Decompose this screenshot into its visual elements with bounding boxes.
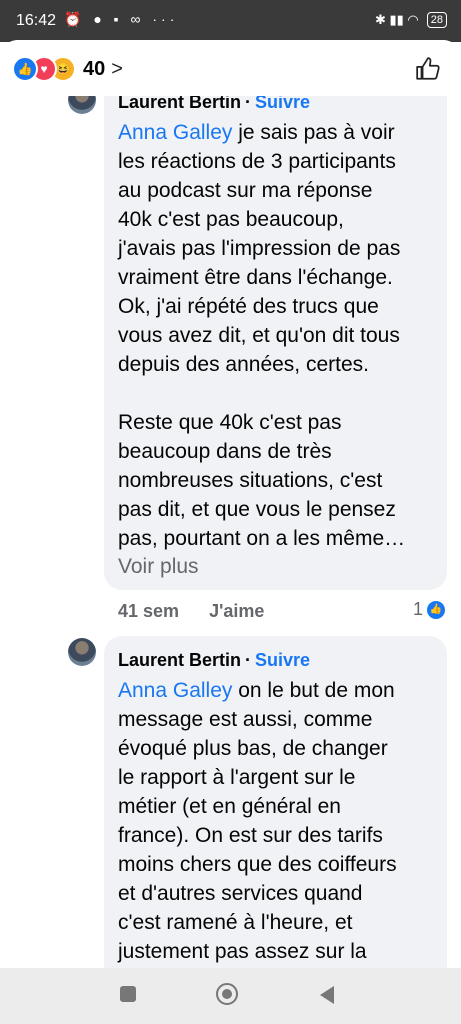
comment-body: on le but de mon message est aussi, comm… (118, 679, 397, 963)
like-icon: 👍 (12, 56, 38, 82)
comment-bubble: Laurent Bertin · Suivre Anna Galley on le … (104, 636, 447, 968)
chevron-right-icon: > (111, 57, 123, 80)
sheet-header: 👍 ♥ 😆 40 > (0, 40, 461, 96)
comment-like-count[interactable]: 1 👍 (413, 599, 445, 620)
comment-text: Anna Galley on le but de mon message est… (118, 676, 438, 966)
mention-link[interactable]: Anna Galley (118, 679, 232, 702)
status-bar: 16:42 ⏰ ● ▪ ∞ ··· ✱ ▮▮ ◠ 28 (0, 0, 461, 42)
like-icon: 👍 (427, 600, 445, 619)
home-dot-icon (222, 989, 232, 999)
home-button[interactable] (216, 983, 238, 1005)
comment-text: Anna Galley je sais pas à voir les réact… (118, 118, 438, 553)
back-button[interactable] (320, 986, 334, 1004)
clock: 16:42 (16, 12, 57, 29)
comment-body: je sais pas à voir les réactions de 3 pa… (118, 121, 406, 550)
comment-header: Laurent Bertin · Suivre (118, 650, 310, 671)
reactions-summary[interactable]: 👍 ♥ 😆 40 > (12, 56, 123, 82)
separator: · (245, 650, 252, 670)
comment-2: Laurent Bertin · Suivre Anna Galley on le … (0, 636, 461, 968)
comment-actions: 41 sem J'aime (118, 601, 294, 622)
author-name[interactable]: Laurent Bertin (118, 650, 241, 670)
comment-bubble: Laurent Bertin · Suivre Anna Galley je sai… (104, 78, 447, 590)
see-more-link[interactable]: Voir plus (118, 555, 199, 579)
recents-button[interactable] (120, 986, 136, 1002)
reaction-count: 40 (83, 57, 106, 80)
mention-link[interactable]: Anna Galley (118, 121, 232, 144)
system-navigation-bar (0, 968, 461, 1024)
avatar[interactable] (68, 638, 96, 666)
comment-time: 41 sem (118, 601, 180, 621)
like-count-value: 1 (412, 599, 423, 619)
follow-button[interactable]: Suivre (255, 650, 310, 670)
like-button[interactable]: J'aime (209, 601, 264, 621)
comments-sheet: 👍 ♥ 😆 40 > Laurent Bertin · Suivre Anna Ga… (0, 40, 461, 968)
signal-icons: ✱ ▮▮ ◠ (374, 12, 419, 27)
battery-icon: 28 (426, 12, 447, 28)
comment-1: Laurent Bertin · Suivre Anna Galley je sai… (0, 40, 461, 640)
like-outline-icon[interactable] (415, 56, 441, 82)
system-icons: ✱ ▮▮ ◠ 28 (375, 12, 447, 28)
notification-icons: ⏰ ● ▪ ∞ ··· (64, 11, 179, 27)
